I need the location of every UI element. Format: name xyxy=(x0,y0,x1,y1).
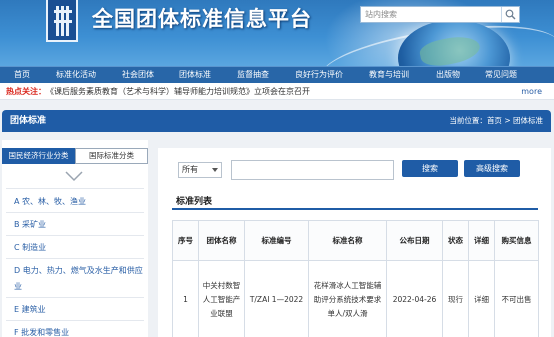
tab-international-classification[interactable]: 国际标准分类 xyxy=(75,148,148,164)
column-header: 序号 xyxy=(172,220,199,261)
hot-topics-label: 热点关注： xyxy=(6,87,46,96)
row-status: 现行 xyxy=(442,260,469,337)
divider xyxy=(6,258,144,259)
main-nav: 首页 标准化活动 社会团体 团体标准 监督抽查 良好行为评价 教育与培训 出版物… xyxy=(0,66,554,83)
table-header-row: 序号 团体名称 标准编号 标准名称 公布日期 状态 详细 购买信息 xyxy=(172,220,539,261)
category-item-c[interactable]: C 制造业 xyxy=(14,240,146,256)
search-input[interactable] xyxy=(361,7,501,22)
column-header: 标准名称 xyxy=(308,220,387,261)
divider xyxy=(6,235,144,236)
scope-select[interactable]: 所有 xyxy=(178,162,222,178)
section-header: 团体标准 当前位置：首页 > 团体标准 xyxy=(2,110,551,132)
standards-panel: 所有 搜索 高级搜索 标准列表 序号 团体名称 标准编号 标准名称 公布日期 状… xyxy=(158,148,551,337)
category-item-a[interactable]: A 农、林、牧、渔业 xyxy=(14,194,146,210)
breadcrumb-home[interactable]: 首页 xyxy=(487,116,502,125)
tab-industry-classification[interactable]: 国民经济行业分类 xyxy=(2,148,75,164)
divider xyxy=(6,188,144,189)
list-title-rule xyxy=(172,208,538,210)
table-row: 1 中关村数智人工智能产业联盟 T/ZAI 1—2022 花样滑冰人工智能辅助评… xyxy=(172,260,539,337)
category-item-d[interactable]: D 电力、热力、燃气及水生产和供应业 xyxy=(14,263,146,295)
dropdown-arrow-icon xyxy=(212,168,218,172)
search-icon xyxy=(505,9,516,20)
nav-item-training[interactable]: 教育与培训 xyxy=(369,67,409,83)
row-publish-date: 2022-04-26 xyxy=(386,260,443,337)
column-header: 团体名称 xyxy=(198,220,245,261)
scope-select-value: 所有 xyxy=(182,165,198,174)
column-header: 详细 xyxy=(468,220,495,261)
nav-item-publications[interactable]: 出版物 xyxy=(436,67,460,83)
nav-item-evaluation[interactable]: 良好行为评价 xyxy=(295,67,343,83)
row-standard-code: T/ZAI 1—2022 xyxy=(244,260,309,337)
nav-item-standards[interactable]: 团体标准 xyxy=(179,67,211,83)
site-banner: 全国团体标准信息平台 xyxy=(0,0,554,66)
nav-item-activities[interactable]: 标准化活动 xyxy=(56,67,96,83)
column-header: 标准编号 xyxy=(244,220,309,261)
column-header: 公布日期 xyxy=(386,220,443,261)
column-header: 状态 xyxy=(442,220,469,261)
column-header: 购买信息 xyxy=(494,220,539,261)
nav-item-organizations[interactable]: 社会团体 xyxy=(122,67,154,83)
divider xyxy=(6,212,144,213)
row-detail-link[interactable]: 详细 xyxy=(468,260,495,337)
breadcrumb: 当前位置：首页 > 团体标准 xyxy=(449,110,543,132)
nav-item-home[interactable]: 首页 xyxy=(14,67,30,83)
nav-item-faq[interactable]: 常见问题 xyxy=(485,67,517,83)
category-item-f[interactable]: F 批发和零售业 xyxy=(14,325,146,337)
site-search xyxy=(360,6,520,23)
nav-item-supervision[interactable]: 监督抽查 xyxy=(237,67,269,83)
breadcrumb-current[interactable]: 团体标准 xyxy=(513,116,543,125)
list-title: 标准列表 xyxy=(176,197,213,207)
search-button[interactable] xyxy=(501,7,519,22)
hot-topics-bar: 热点关注： 《课后服务素质教育（艺术与科学）辅导师能力培训规范》立项会在京召开 … xyxy=(0,83,554,100)
row-purchase-info: 不可出售 xyxy=(494,260,539,337)
site-title[interactable]: 全国团体标准信息平台 xyxy=(92,3,312,33)
hot-topic-link[interactable]: 《课后服务素质教育（艺术与科学）辅导师能力培训规范》立项会在京召开 xyxy=(46,83,310,100)
section-title: 团体标准 xyxy=(10,116,47,126)
chevron-down-icon[interactable] xyxy=(64,170,84,182)
standards-table: 序号 团体名称 标准编号 标准名称 公布日期 状态 详细 购买信息 1 中关村数… xyxy=(172,220,539,337)
divider xyxy=(6,297,144,298)
row-standard-name: 花样滑冰人工智能辅助评分系统技术要求 单人/双人滑 xyxy=(308,260,387,337)
advanced-search-button[interactable]: 高级搜索 xyxy=(464,160,520,177)
divider xyxy=(6,320,144,321)
category-panel: 国民经济行业分类 国际标准分类 A 农、林、牧、渔业 B 采矿业 C 制造业 D… xyxy=(2,140,148,337)
breadcrumb-separator: > xyxy=(501,116,513,125)
row-organization: 中关村数智人工智能产业联盟 xyxy=(198,260,245,337)
breadcrumb-prefix: 当前位置： xyxy=(449,116,487,125)
category-item-e[interactable]: E 建筑业 xyxy=(14,302,146,318)
site-logo-icon[interactable] xyxy=(46,0,78,42)
row-number: 1 xyxy=(172,260,199,337)
more-link[interactable]: more xyxy=(521,83,542,100)
search-submit-button[interactable]: 搜索 xyxy=(402,160,458,177)
keyword-input[interactable] xyxy=(231,160,394,180)
category-item-b[interactable]: B 采矿业 xyxy=(14,217,146,233)
